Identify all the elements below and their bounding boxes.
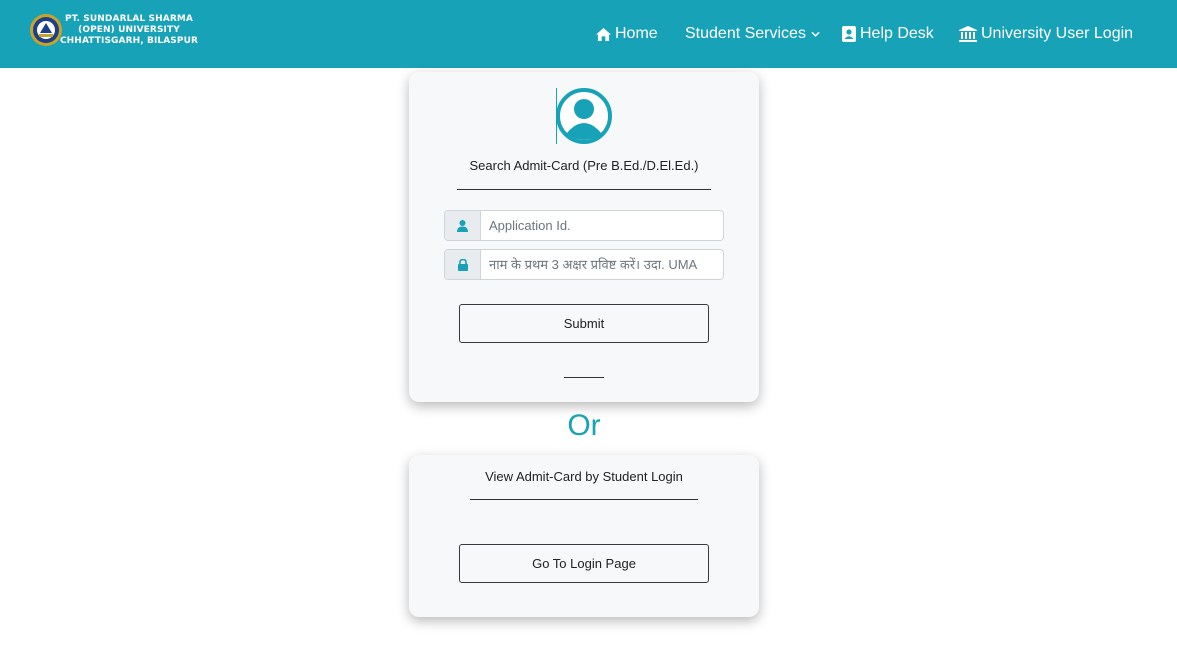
university-name[interactable]: PT. SUNDARLAL SHARMA (OPEN) UNIVERSITY C… bbox=[58, 14, 200, 47]
nav-university-user-login[interactable]: University User Login bbox=[959, 0, 1133, 68]
name-initials-input[interactable] bbox=[481, 250, 723, 279]
search-admit-card-panel: Search Admit-Card (Pre B.Ed./D.El.Ed.) S… bbox=[409, 72, 759, 402]
nav-help-desk[interactable]: Help Desk bbox=[842, 0, 934, 68]
user-icon-addon bbox=[445, 211, 481, 240]
nav-student-services[interactable]: Student Services bbox=[685, 0, 820, 68]
submit-button[interactable]: Submit bbox=[459, 304, 709, 343]
nav-home-label: Home bbox=[615, 25, 658, 42]
user-icon bbox=[457, 219, 468, 232]
or-separator: Or bbox=[567, 409, 601, 442]
application-id-group bbox=[444, 210, 724, 241]
application-id-input[interactable] bbox=[481, 211, 723, 240]
top-navbar: PT. SUNDARLAL SHARMA (OPEN) UNIVERSITY C… bbox=[0, 0, 1177, 68]
title-divider bbox=[457, 189, 711, 190]
university-building-icon bbox=[959, 26, 977, 42]
name-initials-group bbox=[444, 249, 724, 280]
nav-university-user-login-label: University User Login bbox=[981, 25, 1134, 42]
user-circle-icon bbox=[556, 88, 612, 144]
home-icon bbox=[596, 27, 611, 41]
search-card-title: Search Admit-Card (Pre B.Ed./D.El.Ed.) bbox=[469, 158, 699, 173]
lock-icon bbox=[457, 258, 468, 271]
student-login-panel: View Admit-Card by Student Login Go To L… bbox=[409, 455, 759, 617]
text-cursor bbox=[556, 88, 557, 144]
login-card-title: View Admit-Card by Student Login bbox=[485, 469, 683, 484]
chevron-down-icon bbox=[811, 31, 820, 37]
nav-help-desk-label: Help Desk bbox=[860, 25, 934, 42]
address-card-icon bbox=[842, 26, 856, 42]
bottom-divider bbox=[564, 377, 604, 378]
lock-icon-addon bbox=[445, 250, 481, 279]
brand-line-1: PT. SUNDARLAL SHARMA bbox=[64, 14, 193, 24]
brand-line-3: CHHATTISGARH, BILASPUR bbox=[59, 36, 199, 46]
brand-line-2: (OPEN) UNIVERSITY bbox=[78, 25, 180, 35]
go-to-login-button[interactable]: Go To Login Page bbox=[459, 544, 709, 583]
nav-student-services-label: Student Services bbox=[685, 25, 806, 42]
login-title-divider bbox=[470, 499, 698, 500]
nav-home[interactable]: Home bbox=[596, 0, 658, 68]
